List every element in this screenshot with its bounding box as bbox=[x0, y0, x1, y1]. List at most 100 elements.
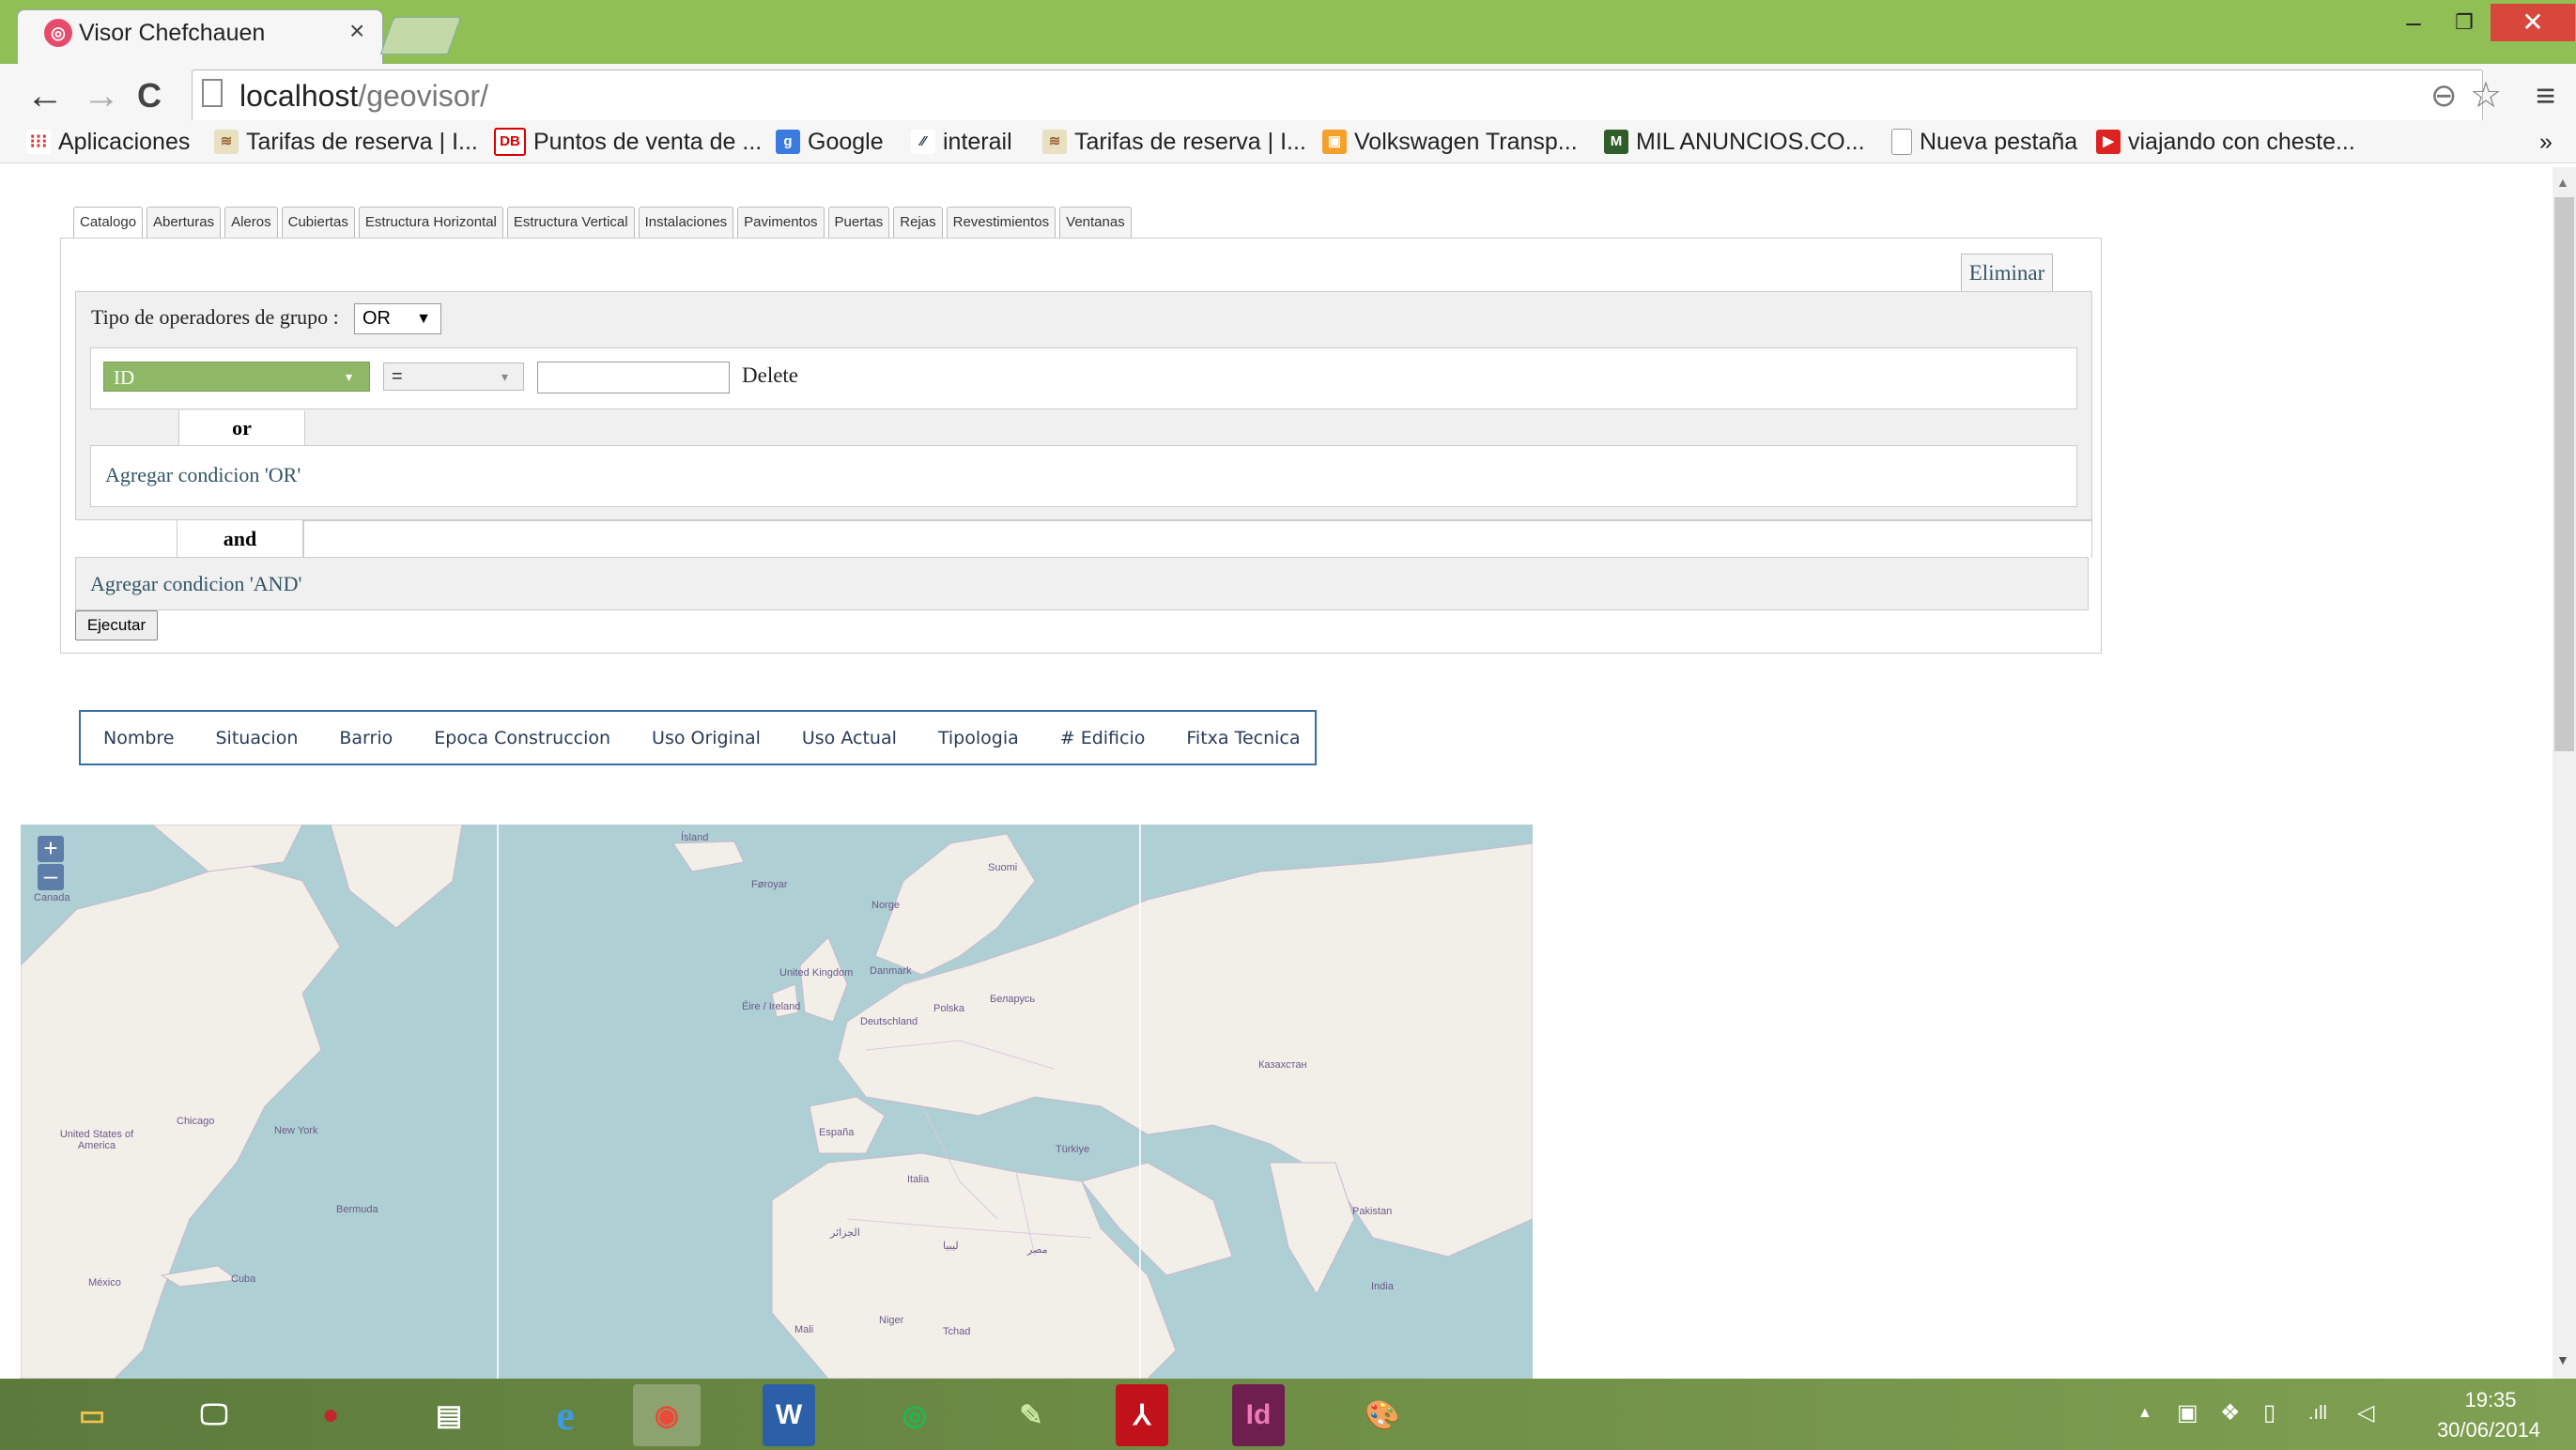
new-tab-button[interactable] bbox=[379, 17, 462, 54]
dropbox-icon[interactable]: ❖ bbox=[2220, 1399, 2241, 1427]
map-label: ليبيا bbox=[943, 1241, 959, 1252]
bookmark-puntos-venta[interactable]: DB Puntos de venta de ... bbox=[494, 124, 762, 160]
delete-condition-link[interactable]: Delete bbox=[742, 360, 798, 392]
map-zoom-in-button[interactable]: + bbox=[38, 836, 64, 862]
show-hidden-icon[interactable]: ▲ bbox=[2137, 1399, 2152, 1427]
and-spacer bbox=[75, 520, 177, 558]
bookmark-nueva-pestana[interactable]: Nueva pestaña bbox=[1891, 124, 2077, 160]
network-icon[interactable]: ▯ bbox=[2263, 1399, 2275, 1427]
column-edificio[interactable]: # Edificio bbox=[1060, 728, 1146, 748]
bookmark-interail[interactable]: ⁄⁄ interail bbox=[911, 124, 1012, 160]
google-icon: g bbox=[776, 130, 800, 154]
bookmark-tarifas-1[interactable]: ≋ Tarifas de reserva | I... bbox=[214, 124, 478, 160]
box-icon: ▣ bbox=[1322, 130, 1347, 154]
map-label: United Kingdom bbox=[779, 967, 854, 979]
and-connector-right bbox=[303, 520, 2092, 558]
results-table-header: Nombre Situacion Barrio Epoca Construcci… bbox=[79, 710, 1317, 765]
map-label: Canada bbox=[34, 892, 70, 903]
zoom-icon[interactable]: ⊖ bbox=[2430, 71, 2458, 120]
address-bar[interactable] bbox=[192, 69, 2483, 122]
tab-aleros[interactable]: Aleros bbox=[224, 207, 278, 238]
tab-close-icon[interactable]: × bbox=[349, 17, 364, 45]
map-label: India bbox=[1371, 1281, 1394, 1292]
bookmark-label: Volkswagen Transp... bbox=[1354, 129, 1578, 155]
battery-icon[interactable]: ▣ bbox=[2177, 1399, 2198, 1427]
bookmark-label: viajando con cheste... bbox=[2128, 129, 2355, 155]
add-and-row bbox=[75, 557, 2089, 610]
eliminar-button[interactable]: Eliminar bbox=[1961, 254, 2053, 291]
apps-grid-icon: ⁝⁝⁝ bbox=[26, 130, 51, 154]
bookmark-label: Aplicaciones bbox=[58, 129, 191, 155]
tab-instalaciones[interactable]: Instalaciones bbox=[638, 207, 734, 238]
scroll-down-icon[interactable]: ▼ bbox=[2556, 1352, 2569, 1367]
column-nombre[interactable]: Nombre bbox=[103, 728, 175, 748]
tab-pavimentos[interactable]: Pavimentos bbox=[737, 207, 825, 238]
scroll-up-icon[interactable]: ▲ bbox=[2556, 175, 2569, 190]
tab-catalogo[interactable]: Catalogo bbox=[73, 207, 144, 239]
map-zoom-out-button[interactable]: – bbox=[38, 863, 64, 890]
renfe-icon: ≋ bbox=[1042, 130, 1067, 154]
minimize-button[interactable]: – bbox=[2385, 4, 2442, 41]
media-player-icon[interactable]: ● bbox=[297, 1384, 364, 1446]
map-label: Казахстан bbox=[1258, 1059, 1307, 1071]
field-select[interactable]: ID bbox=[103, 362, 370, 392]
tab-puertas[interactable]: Puertas bbox=[827, 207, 890, 238]
bookmark-milanuncios[interactable]: M MIL ANUNCIOS.CO... bbox=[1604, 124, 1865, 160]
column-uso-original[interactable]: Uso Original bbox=[652, 728, 761, 748]
youtube-icon: ▶ bbox=[2096, 130, 2121, 154]
bookmark-volkswagen[interactable]: ▣ Volkswagen Transp... bbox=[1322, 124, 1578, 160]
condition-value-input[interactable] bbox=[537, 362, 730, 393]
reload-button[interactable]: C bbox=[137, 70, 162, 121]
column-epoca-construccion[interactable]: Epoca Construccion bbox=[434, 728, 610, 748]
scrollbar-thumb[interactable] bbox=[2554, 197, 2574, 751]
group-operator-value: OR bbox=[362, 308, 391, 329]
bookmark-star-icon[interactable]: ☆ bbox=[2470, 69, 2502, 122]
column-uso-actual[interactable]: Uso Actual bbox=[802, 728, 897, 748]
paint-icon[interactable]: 🎨 bbox=[1349, 1384, 1416, 1446]
ejecutar-button[interactable]: Ejecutar bbox=[75, 610, 158, 640]
bookmark-google[interactable]: g Google bbox=[776, 124, 884, 160]
tab-cubiertas[interactable]: Cubiertas bbox=[281, 207, 355, 238]
spotify-icon[interactable]: ◎ bbox=[881, 1384, 949, 1446]
add-or-condition-link[interactable]: Agregar condicion 'OR' bbox=[105, 460, 301, 490]
group-operator-select[interactable]: OR ▼ bbox=[354, 303, 441, 334]
tab-revestimientos[interactable]: Revestimientos bbox=[946, 207, 1057, 238]
column-fitxa-tecnica[interactable]: Fitxa Tecnica bbox=[1186, 728, 1300, 748]
notepadpp-icon[interactable]: ✎ bbox=[997, 1384, 1065, 1446]
tab-rejas[interactable]: Rejas bbox=[893, 207, 943, 238]
remote-desktop-icon[interactable]: 🖵 bbox=[180, 1384, 248, 1446]
messaging-icon[interactable]: ▤ bbox=[415, 1384, 483, 1446]
window-close-button[interactable]: ✕ bbox=[2491, 4, 2575, 41]
internet-explorer-icon[interactable]: e bbox=[532, 1384, 599, 1446]
file-explorer-icon[interactable]: ▭ bbox=[58, 1384, 126, 1446]
volume-icon[interactable]: ◁ bbox=[2357, 1399, 2374, 1427]
add-and-condition-link[interactable]: Agregar condicion 'AND' bbox=[90, 569, 301, 599]
chrome-menu-icon[interactable]: ≡ bbox=[2536, 69, 2555, 122]
column-barrio[interactable]: Barrio bbox=[339, 728, 393, 748]
tab-estructura-vertical[interactable]: Estructura Vertical bbox=[506, 207, 635, 238]
map-label: Danmark bbox=[870, 965, 912, 977]
tab-estructura-horizontal[interactable]: Estructura Horizontal bbox=[358, 207, 503, 238]
map-label: Polska bbox=[933, 1003, 965, 1014]
tab-aberturas[interactable]: Aberturas bbox=[147, 207, 222, 238]
acrobat-icon[interactable]: ⅄ bbox=[1116, 1384, 1168, 1446]
bookmarks-overflow-button[interactable]: » bbox=[2539, 124, 2553, 160]
clock-date[interactable]: 30/06/2014 bbox=[2423, 1418, 2554, 1442]
bookmark-tarifas-2[interactable]: ≋ Tarifas de reserva | I... bbox=[1042, 124, 1306, 160]
signal-icon[interactable]: .ıll bbox=[2308, 1399, 2327, 1427]
forward-button[interactable]: → bbox=[83, 70, 120, 121]
map-label: Éire / Ireland bbox=[742, 1001, 801, 1012]
clock-time[interactable]: 19:35 bbox=[2453, 1388, 2528, 1412]
renfe-icon: ≋ bbox=[214, 130, 239, 154]
map-view[interactable] bbox=[21, 825, 1533, 1379]
bookmark-viajando[interactable]: ▶ viajando con cheste... bbox=[2096, 124, 2355, 160]
column-tipologia[interactable]: Tipologia bbox=[938, 728, 1019, 748]
column-situacion[interactable]: Situacion bbox=[216, 728, 299, 748]
tab-ventanas[interactable]: Ventanas bbox=[1059, 207, 1132, 238]
restore-button[interactable]: ❐ bbox=[2436, 4, 2492, 41]
chrome-icon[interactable]: ◉ bbox=[633, 1384, 701, 1446]
back-button[interactable]: ← bbox=[26, 70, 64, 121]
indesign-icon[interactable]: Id bbox=[1232, 1384, 1285, 1446]
word-icon[interactable]: W bbox=[763, 1384, 815, 1446]
bookmark-aplicaciones[interactable]: ⁝⁝⁝ Aplicaciones bbox=[26, 124, 190, 160]
